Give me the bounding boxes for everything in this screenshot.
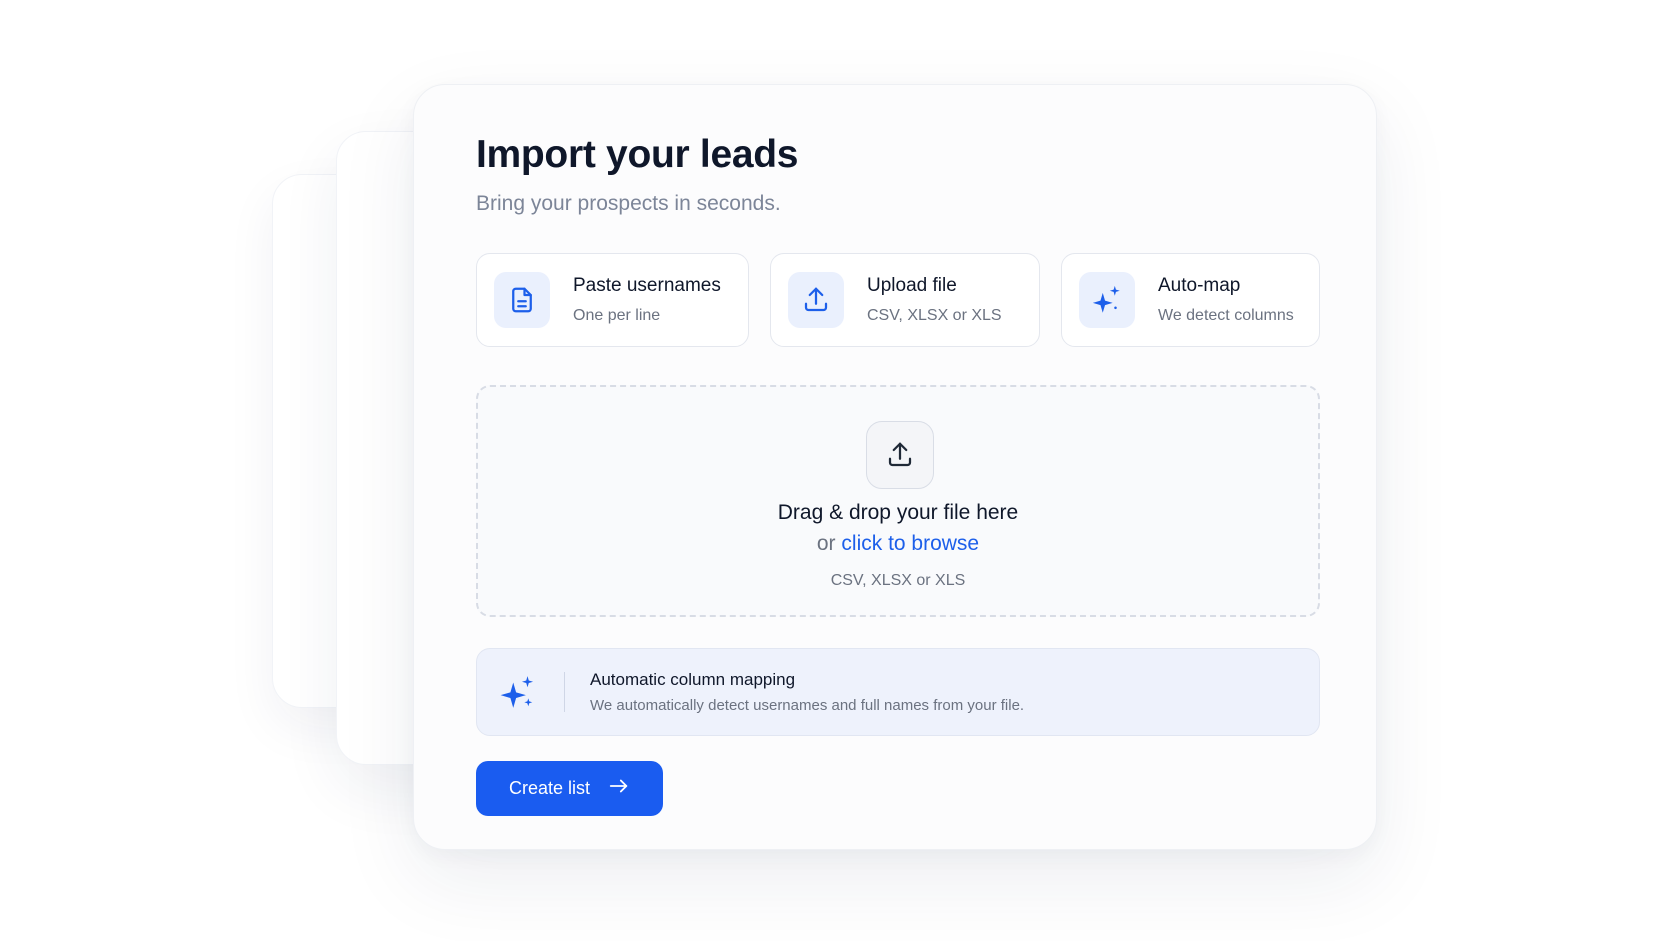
page-subtitle: Bring your prospects in seconds. [476, 192, 781, 215]
browse-link[interactable]: click to browse [841, 532, 979, 555]
divider [564, 672, 565, 712]
dropzone-browse-prefix: or [816, 532, 836, 555]
upload-icon [866, 421, 934, 489]
mapping-info-banner: Automatic column mapping We automaticall… [476, 648, 1320, 736]
sparkle-icon [1079, 272, 1135, 328]
create-list-button[interactable]: Create list [476, 761, 663, 816]
option-subtitle: We detect columns [1158, 307, 1294, 324]
option-subtitle: CSV, XLSX or XLS [867, 307, 1002, 324]
page: Import your leads Bring your prospects i… [0, 0, 1672, 941]
file-dropzone[interactable]: Drag & drop your file here or click to b… [476, 385, 1320, 617]
arrow-right-icon [608, 775, 630, 802]
dropzone-browse-line: or click to browse [478, 532, 1318, 556]
document-icon [494, 272, 550, 328]
mapping-title: Automatic column mapping [590, 670, 796, 689]
upload-icon [788, 272, 844, 328]
mapping-description: We automatically detect usernames and fu… [590, 697, 1025, 714]
dropzone-formats: CSV, XLSX or XLS [830, 572, 966, 589]
option-title: Auto-map [1158, 275, 1241, 296]
import-card: Import your leads Bring your prospects i… [413, 84, 1377, 850]
option-title: Paste usernames [573, 275, 721, 296]
option-auto-map[interactable]: Auto-map We detect columns [1061, 253, 1320, 347]
option-paste-usernames[interactable]: Paste usernames One per line [476, 253, 749, 347]
sparkle-icon [499, 673, 537, 716]
page-title: Import your leads [476, 133, 799, 176]
option-upload-file[interactable]: Upload file CSV, XLSX or XLS [770, 253, 1040, 347]
create-list-label: Create list [508, 778, 591, 798]
option-subtitle: One per line [573, 307, 661, 324]
option-title: Upload file [867, 275, 957, 296]
dropzone-title: Drag & drop your file here [777, 501, 1019, 524]
